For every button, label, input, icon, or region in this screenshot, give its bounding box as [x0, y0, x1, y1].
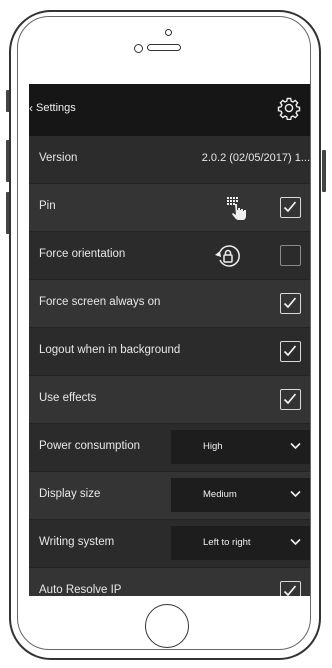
power-consumption-value: High	[203, 441, 223, 452]
rotation-lock-icon	[215, 245, 240, 267]
checkmark-icon	[283, 585, 297, 596]
auto-resolve-ip-row: Auto Resolve IP	[29, 568, 310, 596]
chevron-left-icon: ‹	[29, 101, 33, 115]
use-effects-row: Use effects	[29, 376, 310, 424]
chevron-down-icon	[290, 538, 301, 546]
front-camera	[165, 29, 172, 36]
back-button[interactable]: ‹ Settings	[29, 101, 76, 115]
logout-background-row: Logout when in background	[29, 328, 310, 376]
pin-label: Pin	[39, 200, 56, 212]
screen-always-on-checkbox[interactable]	[280, 293, 301, 314]
use-effects-checkbox[interactable]	[280, 389, 301, 410]
writing-system-value: Left to right	[203, 537, 251, 548]
writing-system-select[interactable]: Left to right	[171, 526, 310, 560]
checkmark-icon	[283, 297, 297, 309]
checkmark-icon	[283, 345, 297, 357]
writing-system-row: Writing system Left to right	[29, 520, 310, 568]
power-consumption-select[interactable]: High	[171, 430, 310, 464]
auto-resolve-ip-label: Auto Resolve IP	[39, 584, 122, 596]
force-orientation-row: Force orientation	[29, 232, 310, 280]
logout-background-checkbox[interactable]	[280, 341, 301, 362]
checkmark-icon	[283, 201, 297, 213]
version-label: Version	[39, 152, 78, 164]
home-button[interactable]	[145, 604, 189, 648]
screen-always-on-label: Force screen always on	[39, 296, 161, 308]
pin-row: Pin	[29, 184, 310, 232]
earpiece-speaker	[147, 44, 181, 51]
use-effects-label: Use effects	[39, 392, 97, 404]
logout-background-label: Logout when in background	[39, 344, 181, 356]
display-size-select[interactable]: Medium	[171, 478, 310, 512]
pin-checkbox[interactable]	[280, 197, 301, 218]
force-orientation-label: Force orientation	[39, 248, 126, 260]
version-row: Version 2.0.2 (02/05/2017) 1...	[29, 136, 310, 184]
auto-resolve-ip-checkbox[interactable]	[280, 581, 301, 596]
checkmark-icon	[283, 393, 297, 405]
nav-header: ‹ Settings	[29, 84, 310, 136]
keypad-hand-icon	[227, 197, 246, 220]
power-consumption-label: Power consumption	[39, 440, 140, 452]
back-label: Settings	[36, 102, 76, 114]
power-button	[322, 150, 326, 192]
force-orientation-checkbox[interactable]	[280, 245, 301, 266]
power-consumption-row: Power consumption High	[29, 424, 310, 472]
chevron-down-icon	[290, 490, 301, 498]
app-screen: ‹ Settings Version 2.0.2 (02/05/2017) 1.…	[29, 84, 310, 596]
writing-system-label: Writing system	[39, 536, 115, 548]
proximity-sensor	[134, 44, 143, 53]
gear-icon[interactable]	[277, 96, 301, 120]
screen-always-on-row: Force screen always on	[29, 280, 310, 328]
version-value: 2.0.2 (02/05/2017) 1...	[201, 152, 310, 164]
display-size-row: Display size Medium	[29, 472, 310, 520]
device-mockup: ‹ Settings Version 2.0.2 (02/05/2017) 1.…	[0, 0, 332, 668]
display-size-value: Medium	[203, 489, 237, 500]
display-size-label: Display size	[39, 488, 101, 500]
chevron-down-icon	[290, 442, 301, 450]
